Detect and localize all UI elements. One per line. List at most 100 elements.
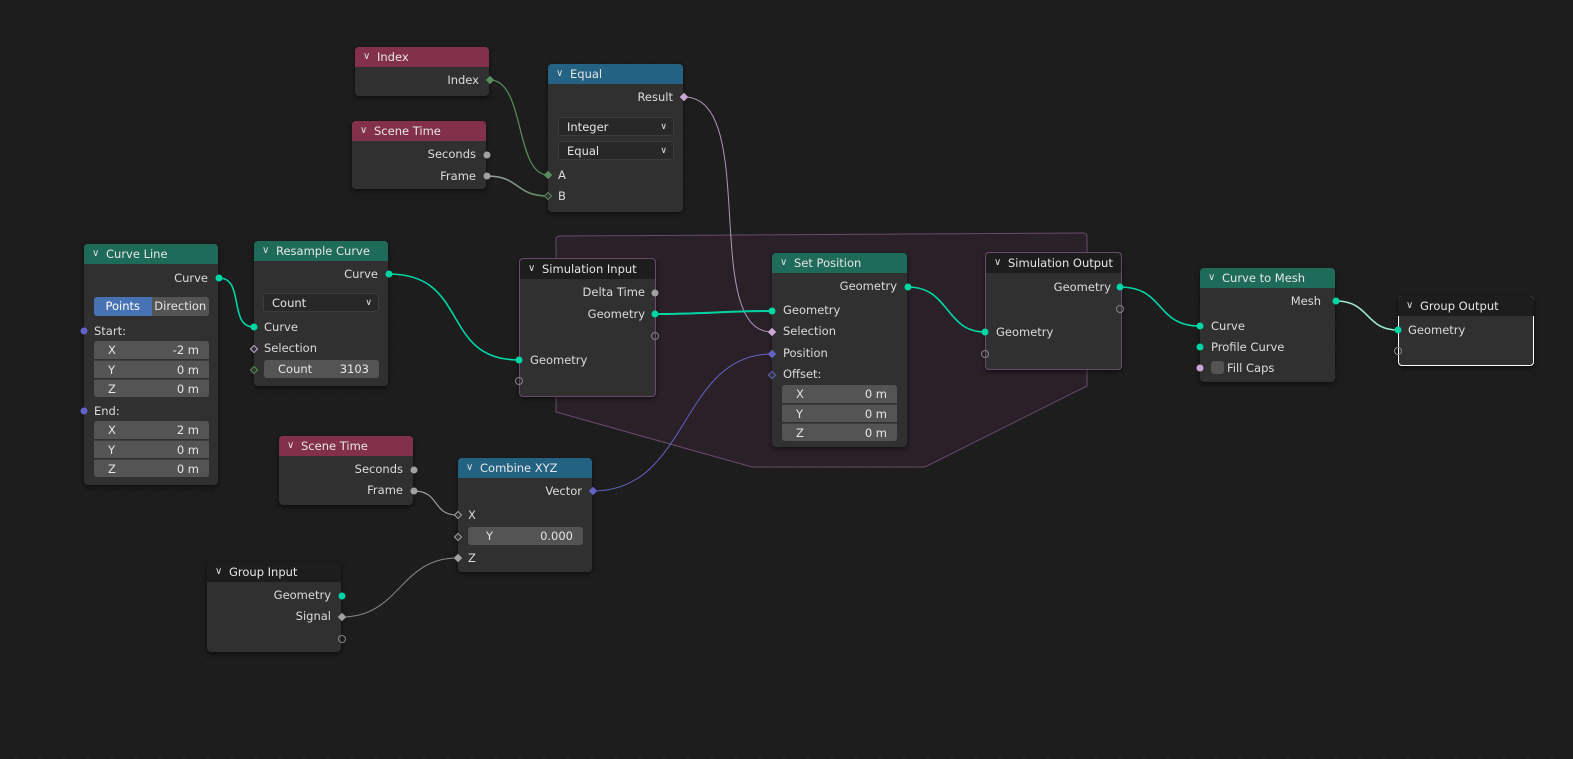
start-y-field[interactable]: Y 0 m	[94, 360, 209, 378]
chevron-down-icon[interactable]: ∨	[556, 64, 563, 84]
mode-points-button[interactable]: Points	[94, 297, 152, 316]
socket-geometry-in[interactable]	[515, 356, 523, 364]
chevron-down-icon[interactable]: ∨	[1208, 268, 1215, 288]
socket-profile-curve-in[interactable]	[1196, 343, 1204, 351]
chevron-down-icon[interactable]: ∨	[528, 259, 535, 279]
socket-geometry-out[interactable]	[338, 592, 346, 600]
node-title: Index	[377, 50, 409, 64]
node-curve-to-mesh[interactable]: ∨ Curve to Mesh Mesh Curve Profile Curve…	[1200, 268, 1335, 382]
end-y-field[interactable]: Y 0 m	[94, 440, 209, 458]
socket-fill-caps-in[interactable]	[1196, 364, 1204, 372]
node-title: Scene Time	[374, 124, 441, 138]
chevron-down-icon[interactable]: ∨	[287, 436, 294, 456]
operation-dropdown[interactable]: Equal ∨	[558, 141, 674, 160]
mode-dropdown[interactable]: Count ∨	[263, 293, 379, 312]
node-header[interactable]: ∨ Simulation Output	[986, 253, 1121, 273]
socket-extend-out[interactable]	[1116, 305, 1124, 313]
node-header[interactable]: ∨ Equal	[548, 64, 683, 84]
node-header[interactable]: ∨ Curve to Mesh	[1200, 268, 1335, 288]
node-title: Resample Curve	[276, 244, 370, 258]
node-simulation-output[interactable]: ∨ Simulation Output Geometry Geometry	[985, 252, 1122, 370]
input-curve: Curve	[264, 320, 298, 334]
socket-curve-out[interactable]	[215, 274, 223, 282]
chevron-down-icon: ∨	[660, 122, 667, 132]
socket-extend-in[interactable]	[515, 377, 523, 385]
end-z-field[interactable]: Z 0 m	[94, 459, 209, 477]
node-group-output[interactable]: ∨ Group Output Geometry	[1398, 296, 1534, 366]
node-header[interactable]: ∨ Scene Time	[279, 436, 413, 456]
node-title: Set Position	[794, 256, 862, 270]
offset-z-field[interactable]: Z 0 m	[782, 423, 897, 441]
mode-direction-button[interactable]: Direction	[151, 297, 209, 316]
socket-extend-out[interactable]	[651, 332, 659, 340]
field-value: 0.000	[540, 529, 573, 543]
fill-caps-checkbox[interactable]	[1211, 361, 1224, 374]
socket-extend-in[interactable]	[1394, 347, 1402, 355]
data-type-dropdown[interactable]: Integer ∨	[558, 117, 674, 136]
socket-geometry-in[interactable]	[981, 328, 989, 336]
offset-y-field[interactable]: Y 0 m	[782, 404, 897, 422]
node-header[interactable]: ∨ Curve Line	[84, 244, 218, 264]
chevron-down-icon[interactable]: ∨	[215, 562, 222, 582]
node-header[interactable]: ∨ Combine XYZ	[458, 458, 592, 478]
socket-frame-out[interactable]	[483, 172, 491, 180]
chevron-down-icon[interactable]: ∨	[994, 253, 1001, 273]
node-group-input[interactable]: ∨ Group Input Geometry Signal	[207, 562, 341, 652]
input-geometry: Geometry	[530, 353, 588, 367]
chevron-down-icon[interactable]: ∨	[363, 47, 370, 67]
node-set-position[interactable]: ∨ Set Position Geometry Geometry Selecti…	[772, 253, 907, 447]
input-x: X	[468, 508, 476, 522]
socket-seconds-out[interactable]	[410, 466, 418, 474]
node-header[interactable]: ∨ Group Input	[207, 562, 341, 582]
offset-x-field[interactable]: X 0 m	[782, 385, 897, 403]
socket-start-in[interactable]	[80, 327, 88, 335]
node-index[interactable]: ∨ Index Index	[355, 47, 489, 96]
node-curve-line[interactable]: ∨ Curve Line Curve Points Direction Star…	[84, 244, 218, 485]
socket-mesh-out[interactable]	[1332, 297, 1340, 305]
y-field[interactable]: Y 0.000	[468, 527, 583, 545]
output-seconds: Seconds	[354, 462, 403, 476]
end-x-field[interactable]: X 2 m	[94, 421, 209, 439]
chevron-down-icon[interactable]: ∨	[360, 121, 367, 141]
socket-geometry-out[interactable]	[1116, 283, 1124, 291]
socket-geometry-out[interactable]	[651, 310, 659, 318]
socket-delta-time-out[interactable]	[651, 289, 659, 297]
node-combine-xyz[interactable]: ∨ Combine XYZ Vector X Y 0.000 Z	[458, 458, 592, 572]
node-simulation-input[interactable]: ∨ Simulation Input Delta Time Geometry G…	[519, 258, 656, 397]
node-header[interactable]: ∨ Resample Curve	[254, 241, 388, 261]
chevron-down-icon: ∨	[365, 298, 372, 308]
socket-curve-in[interactable]	[1196, 322, 1204, 330]
socket-extend-out[interactable]	[338, 635, 346, 643]
socket-curve-out[interactable]	[385, 270, 393, 278]
output-geometry: Geometry	[273, 588, 331, 602]
socket-end-in[interactable]	[80, 407, 88, 415]
input-geometry: Geometry	[996, 325, 1054, 339]
chevron-down-icon[interactable]: ∨	[1406, 296, 1413, 316]
socket-seconds-out[interactable]	[483, 151, 491, 159]
field-value: 0 m	[864, 426, 887, 440]
node-header[interactable]: ∨ Index	[355, 47, 489, 67]
node-header[interactable]: ∨ Scene Time	[352, 121, 486, 141]
node-equal[interactable]: ∨ Equal Result Integer ∨ Equal ∨ A B	[548, 64, 683, 212]
count-field[interactable]: Count 3103	[264, 360, 379, 378]
node-resample-curve[interactable]: ∨ Resample Curve Curve Count ∨ Curve Sel…	[254, 241, 388, 386]
node-scene-time-top[interactable]: ∨ Scene Time Seconds Frame	[352, 121, 486, 189]
socket-geometry-out[interactable]	[904, 283, 912, 291]
node-header[interactable]: ∨ Set Position	[772, 253, 907, 273]
socket-frame-out[interactable]	[410, 487, 418, 495]
chevron-down-icon[interactable]: ∨	[92, 244, 99, 264]
node-header[interactable]: ∨ Simulation Input	[520, 259, 655, 279]
output-result: Result	[637, 90, 673, 104]
socket-extend-in[interactable]	[981, 350, 989, 358]
node-header[interactable]: ∨ Group Output	[1398, 296, 1534, 316]
socket-geometry-in[interactable]	[768, 307, 776, 315]
chevron-down-icon[interactable]: ∨	[780, 253, 787, 273]
socket-curve-in[interactable]	[250, 323, 258, 331]
mode-toggle[interactable]: Points Direction	[94, 297, 209, 316]
chevron-down-icon[interactable]: ∨	[466, 458, 473, 478]
start-x-field[interactable]: X -2 m	[94, 341, 209, 359]
socket-geometry-in[interactable]	[1394, 326, 1402, 334]
start-z-field[interactable]: Z 0 m	[94, 379, 209, 397]
node-scene-time-bottom[interactable]: ∨ Scene Time Seconds Frame	[279, 436, 413, 505]
chevron-down-icon[interactable]: ∨	[262, 241, 269, 261]
